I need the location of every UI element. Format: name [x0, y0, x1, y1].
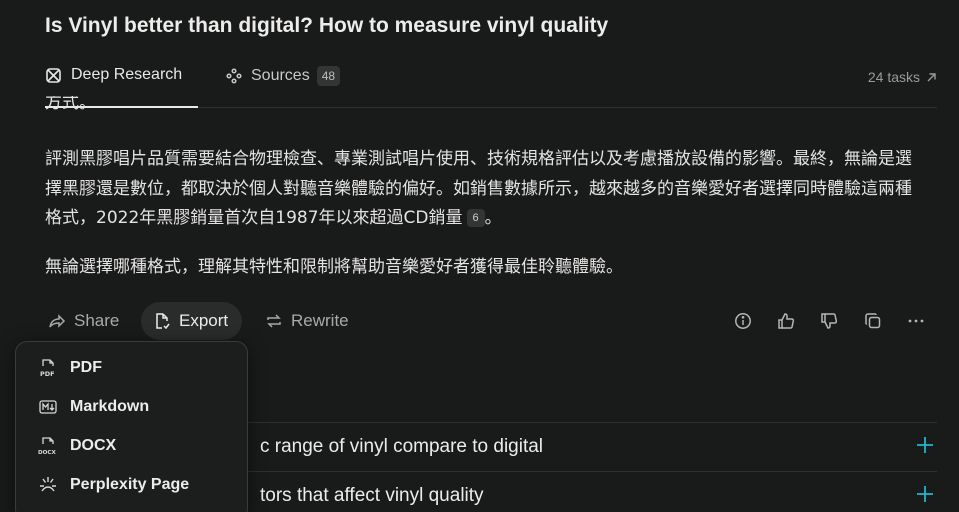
- answer-actions: Share Export Rewrite: [45, 302, 937, 340]
- share-label: Share: [74, 311, 120, 330]
- tasks-link[interactable]: 24 tasks: [868, 69, 937, 85]
- tab-deep-research[interactable]: Deep Research: [45, 66, 182, 84]
- perplexity-page-icon: [38, 475, 58, 495]
- export-docx-option[interactable]: DOCX DOCX: [16, 428, 247, 464]
- answer-paragraph-1: 評測黑膠唱片品質需要結合物理檢查、專業測試唱片使用、技術規格評估以及考慮播放設備…: [45, 145, 925, 234]
- export-file-icon: [156, 313, 170, 330]
- tab-sources-label: Sources: [251, 67, 310, 84]
- info-button[interactable]: [732, 310, 754, 332]
- rewrite-icon: [267, 314, 281, 328]
- export-menu: PDF PDF Markdown DOCX DOCX Perplexity Pa…: [15, 341, 248, 512]
- deep-research-icon: [46, 67, 61, 83]
- export-label: Export: [179, 311, 229, 330]
- tab-deep-research-label: Deep Research: [71, 66, 183, 83]
- like-button[interactable]: [775, 310, 797, 332]
- related-question-text: tors that affect vinyl quality: [260, 485, 484, 506]
- share-button[interactable]: Share: [48, 302, 119, 340]
- markdown-icon: [38, 397, 58, 417]
- more-icon: [908, 319, 924, 323]
- tasks-label: 24 tasks: [867, 69, 920, 85]
- answer-cut-text-value: 方式。: [45, 96, 96, 113]
- answer-paragraph-2: 無論選擇哪種格式，理解其特性和限制將幫助音樂愛好者獲得最佳聆聽體驗。: [45, 257, 623, 277]
- thumbs-down-icon: [821, 313, 838, 329]
- export-markdown-label: Markdown: [70, 398, 150, 415]
- export-pdf-label: PDF: [70, 359, 102, 376]
- rewrite-label: Rewrite: [291, 311, 349, 330]
- export-docx-label: DOCX: [70, 437, 117, 454]
- svg-text:PDF: PDF: [40, 370, 55, 378]
- page-title: Is Vinyl better than digital? How to mea…: [45, 14, 609, 37]
- plus-icon[interactable]: [915, 484, 935, 504]
- pdf-file-icon: PDF: [38, 358, 58, 378]
- answer-paragraph-1-end: 。: [484, 208, 502, 228]
- svg-text:DOCX: DOCX: [38, 450, 57, 456]
- export-perplexity-page-label: Perplexity Page: [70, 476, 190, 493]
- arrow-up-right-icon: [927, 72, 936, 81]
- tab-sources[interactable]: Sources 48: [226, 66, 341, 86]
- rewrite-button[interactable]: Rewrite: [265, 302, 349, 340]
- copy-button[interactable]: [862, 310, 884, 332]
- copy-icon: [865, 313, 881, 329]
- sources-count-badge: 48: [316, 66, 341, 86]
- related-question-text: c range of vinyl compare to digital: [260, 436, 544, 457]
- thumbs-up-icon: [778, 313, 795, 329]
- dislike-button[interactable]: [818, 310, 840, 332]
- share-icon: [49, 314, 66, 328]
- export-markdown-option[interactable]: Markdown: [16, 389, 247, 425]
- citation-badge[interactable]: 6: [466, 209, 485, 227]
- more-options-button[interactable]: [905, 310, 927, 332]
- export-button[interactable]: Export: [141, 302, 243, 340]
- tab-bar: Deep Research Sources 48 24 tasks: [45, 62, 937, 108]
- docx-file-icon: DOCX: [38, 436, 58, 456]
- export-pdf-option[interactable]: PDF PDF: [16, 350, 247, 386]
- sources-icon: [226, 68, 242, 84]
- export-perplexity-page-option[interactable]: Perplexity Page: [16, 467, 247, 503]
- info-icon: [735, 313, 751, 329]
- answer-cut-text: 方式。: [45, 96, 96, 126]
- plus-icon[interactable]: [915, 435, 935, 455]
